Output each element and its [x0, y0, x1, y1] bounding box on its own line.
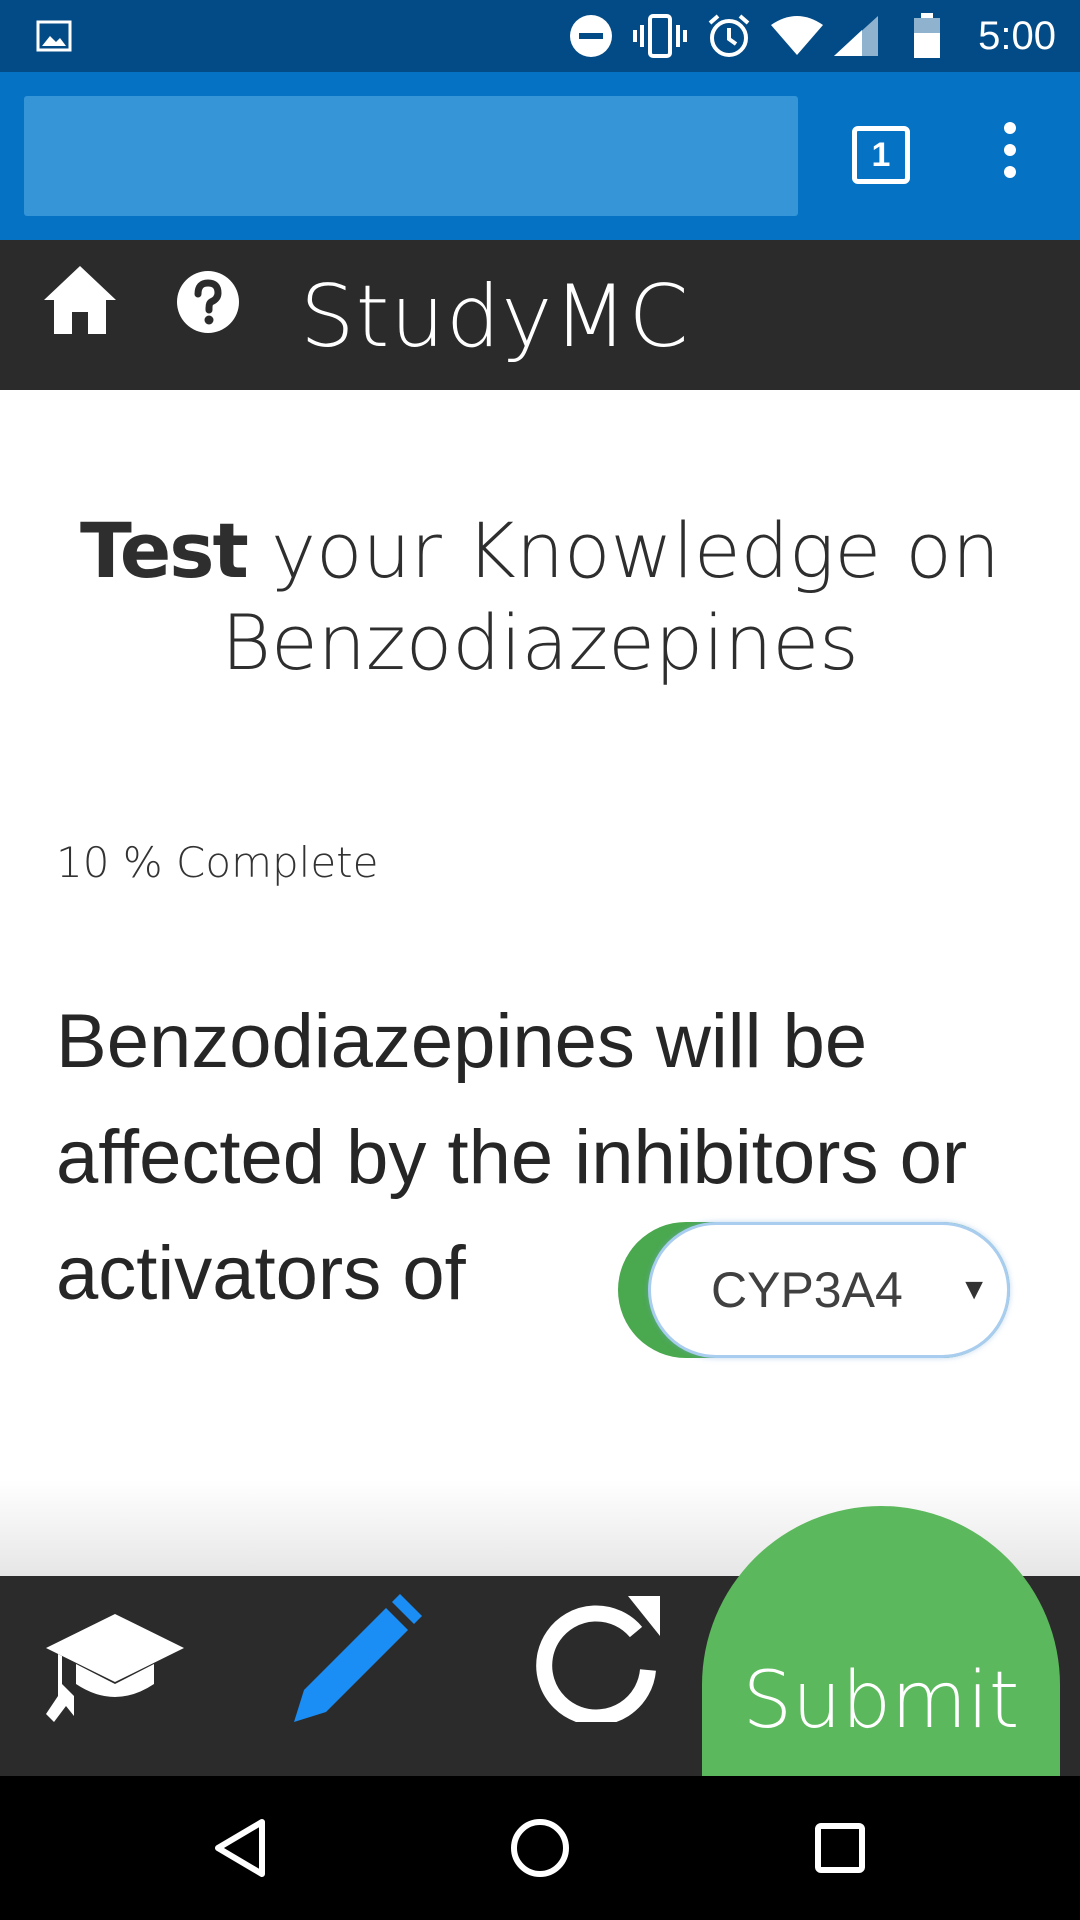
battery-icon	[912, 0, 942, 72]
do-not-disturb-icon	[568, 0, 614, 72]
signal-icon	[832, 0, 880, 72]
status-bar: 5:00	[0, 0, 1080, 72]
home-icon[interactable]	[42, 262, 118, 338]
url-field[interactable]	[24, 96, 798, 216]
home-circle-icon[interactable]	[488, 1796, 592, 1900]
answer-value: CYP3A4	[711, 1262, 903, 1318]
android-nav-bar	[0, 1776, 1080, 1920]
answer-select[interactable]: CYP3A4 ▼	[618, 1222, 1010, 1358]
graduation-cap-icon[interactable]	[44, 1610, 186, 1731]
answer-select-field[interactable]: CYP3A4 ▼	[648, 1222, 1010, 1358]
refresh-icon[interactable]	[536, 1592, 664, 1727]
quiz-heading-rest: your Knowledge on Benzodiazepines	[221, 506, 1001, 687]
quiz-heading: Test your Knowledge on Benzodiazepines	[40, 505, 1040, 689]
wifi-icon	[770, 0, 824, 72]
recents-icon[interactable]	[788, 1796, 892, 1900]
status-time: 5:00	[978, 14, 1056, 58]
help-icon[interactable]	[176, 270, 240, 334]
pencil-icon[interactable]	[288, 1592, 424, 1733]
browser-toolbar: 1	[0, 72, 1080, 240]
back-icon[interactable]	[190, 1796, 294, 1900]
alarm-icon	[706, 0, 752, 72]
screen: 5:00 1 StudyMC Test your Knowledge on Be…	[0, 0, 1080, 1920]
quiz-heading-strong: Test	[79, 506, 249, 595]
vibrate-icon	[632, 0, 688, 72]
progress-text: 10 % Complete	[56, 838, 379, 887]
more-vert-icon[interactable]	[990, 122, 1030, 192]
image-icon	[36, 0, 72, 72]
chevron-down-icon: ▼	[959, 1273, 989, 1306]
app-title: StudyMC	[300, 267, 690, 367]
tabs-icon[interactable]: 1	[852, 126, 910, 184]
